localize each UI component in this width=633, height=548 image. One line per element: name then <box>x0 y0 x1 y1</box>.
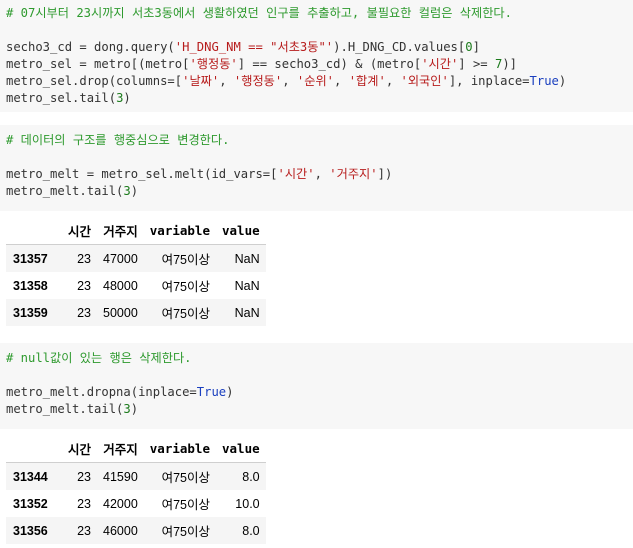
table-cell: 여75이상 <box>143 462 216 490</box>
table-cell: 23 <box>62 299 98 326</box>
table-cell: 23 <box>62 272 98 299</box>
table-cell: 8.0 <box>216 517 266 544</box>
code-comment: # 07시부터 23시까지 서초3동에서 생활하였던 인구를 추출하고, 불필요… <box>6 6 512 20</box>
code-comment: # 데이터의 구조를 행중심으로 변경한다. <box>6 133 230 147</box>
column-header: 거주지 <box>97 434 144 463</box>
table-cell: 여75이상 <box>143 244 216 272</box>
table-row: 31344 23 41590 여75이상 8.0 <box>6 462 266 490</box>
table-cell: 47000 <box>97 244 144 272</box>
index-header <box>6 216 62 245</box>
table-row: 31356 23 46000 여75이상 8.0 <box>6 517 266 544</box>
code-line: secho3_cd = dong.query('H_DNG_NM == "서초3… <box>6 40 480 54</box>
code-line: metro_melt.dropna(inplace=True) <box>6 385 234 399</box>
code-line: metro_sel.drop(columns=['날짜', '행정동', '순위… <box>6 74 567 88</box>
column-header: value <box>216 434 266 463</box>
column-header: 시간 <box>62 434 98 463</box>
table-row: 31352 23 42000 여75이상 10.0 <box>6 490 266 517</box>
code-cell-2[interactable]: # 데이터의 구조를 행중심으로 변경한다. metro_melt = metr… <box>0 125 633 211</box>
table-cell: 48000 <box>97 272 144 299</box>
code-line: metro_melt.tail(3) <box>6 184 139 198</box>
table-header-row: 시간 거주지 variable value <box>6 216 266 245</box>
row-index: 31357 <box>6 244 62 272</box>
row-index: 31358 <box>6 272 62 299</box>
table-cell: 여75이상 <box>143 517 216 544</box>
table-cell: 42000 <box>97 490 144 517</box>
table-cell: 23 <box>62 244 98 272</box>
row-index: 31352 <box>6 490 62 517</box>
table-row: 31359 23 50000 여75이상 NaN <box>6 299 266 326</box>
table-row: 31358 23 48000 여75이상 NaN <box>6 272 266 299</box>
column-header: 거주지 <box>97 216 144 245</box>
code-comment: # null값이 있는 행은 삭제한다. <box>6 351 192 365</box>
table-cell: 여75이상 <box>143 490 216 517</box>
table-header-row: 시간 거주지 variable value <box>6 434 266 463</box>
code-line: metro_melt = metro_sel.melt(id_vars=['시간… <box>6 167 393 181</box>
table-cell: 10.0 <box>216 490 266 517</box>
column-header: 시간 <box>62 216 98 245</box>
table-cell: 여75이상 <box>143 299 216 326</box>
table-cell: 여75이상 <box>143 272 216 299</box>
table-cell: NaN <box>216 272 266 299</box>
row-index: 31359 <box>6 299 62 326</box>
index-header <box>6 434 62 463</box>
table-cell: 46000 <box>97 517 144 544</box>
table-cell: 41590 <box>97 462 144 490</box>
table-cell: 8.0 <box>216 462 266 490</box>
code-cell-1[interactable]: # 07시부터 23시까지 서초3동에서 생활하였던 인구를 추출하고, 불필요… <box>0 0 633 112</box>
code-line: metro_sel = metro[(metro['행정동'] == secho… <box>6 57 518 71</box>
table-cell: 23 <box>62 490 98 517</box>
code-line: metro_melt.tail(3) <box>6 402 139 416</box>
table-row: 31357 23 47000 여75이상 NaN <box>6 244 266 272</box>
output-table-1: 시간 거주지 variable value 31357 23 47000 여75… <box>6 216 266 326</box>
column-header: value <box>216 216 266 245</box>
code-line: metro_sel.tail(3) <box>6 91 131 105</box>
code-cell-3[interactable]: # null값이 있는 행은 삭제한다. metro_melt.dropna(i… <box>0 343 633 429</box>
row-index: 31344 <box>6 462 62 490</box>
row-index: 31356 <box>6 517 62 544</box>
table-cell: 50000 <box>97 299 144 326</box>
table-cell: 23 <box>62 517 98 544</box>
table-cell: NaN <box>216 244 266 272</box>
output-table-2: 시간 거주지 variable value 31344 23 41590 여75… <box>6 434 266 544</box>
column-header: variable <box>143 216 216 245</box>
column-header: variable <box>143 434 216 463</box>
table-cell: 23 <box>62 462 98 490</box>
table-cell: NaN <box>216 299 266 326</box>
